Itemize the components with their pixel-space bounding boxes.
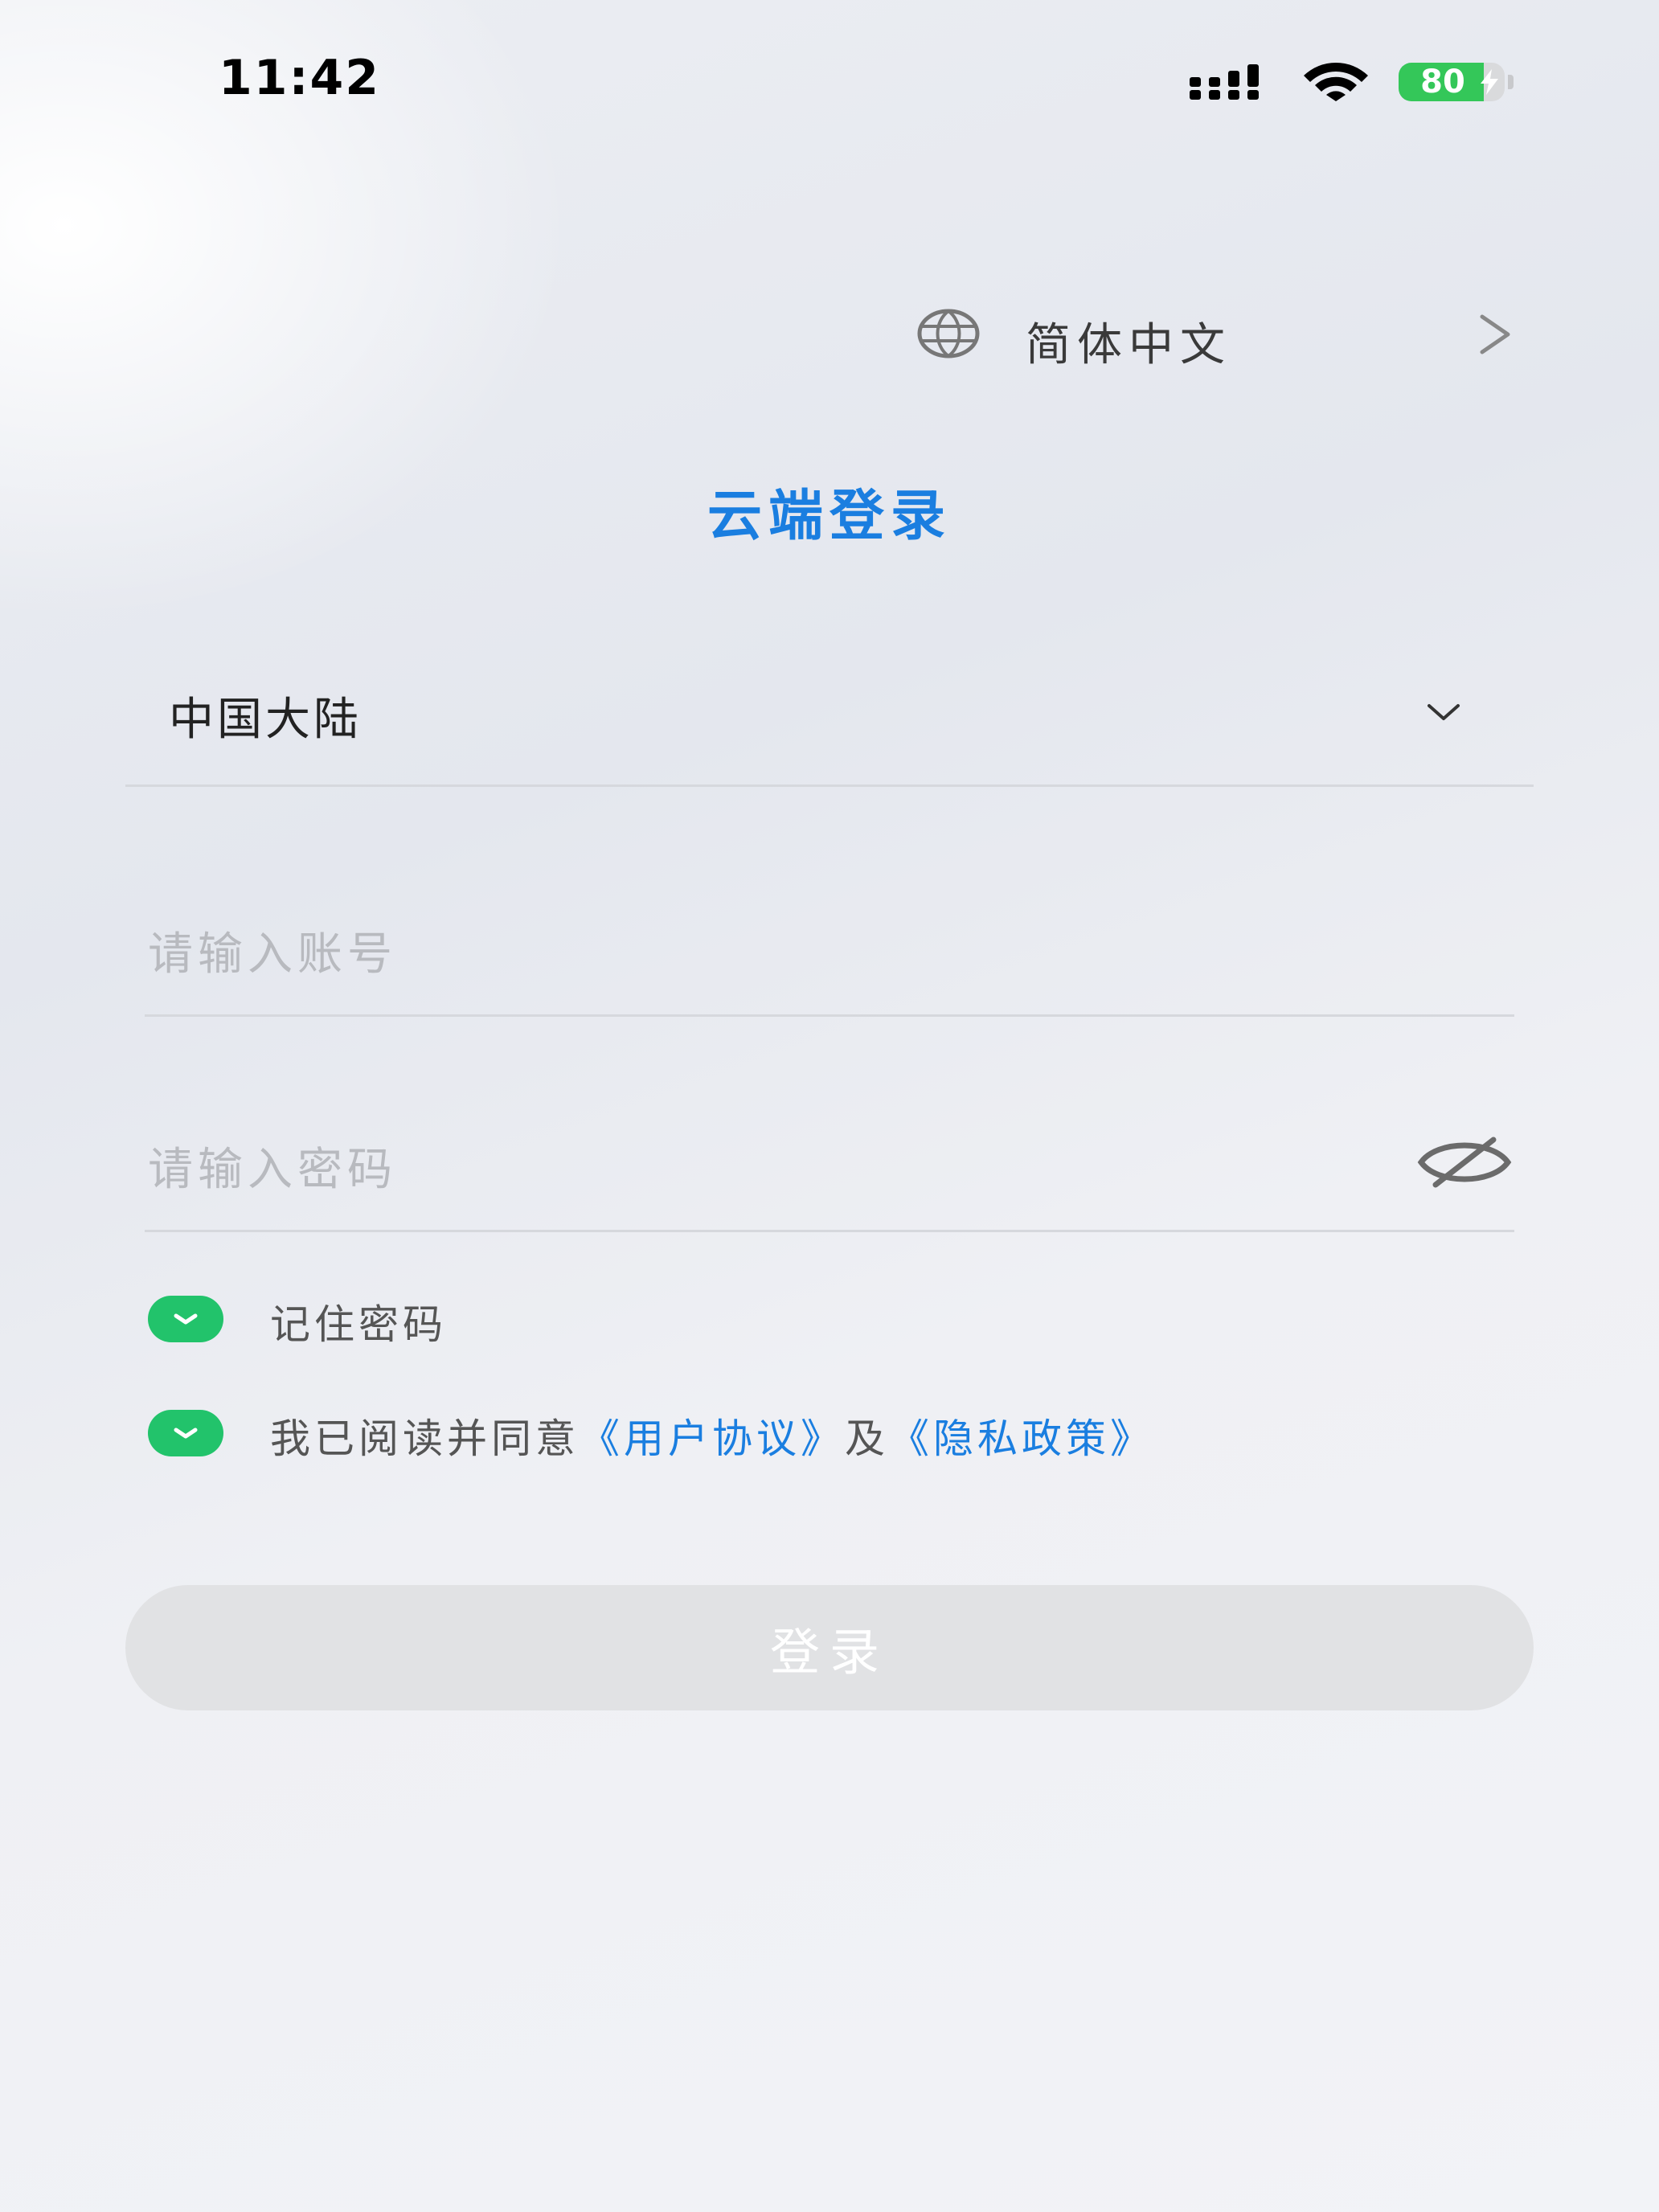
privacy-policy-link[interactable]: 《隐私政策》	[889, 1415, 1154, 1462]
region-select[interactable]: 中国大陆	[125, 659, 1534, 787]
battery-indicator: 80	[1399, 63, 1514, 101]
user-agreement-link[interactable]: 《用户协议》	[580, 1415, 845, 1462]
checkmark-icon	[174, 1428, 198, 1439]
language-label: 简体中文	[1026, 319, 1231, 371]
password-field	[145, 1109, 1514, 1232]
checkmark-icon	[174, 1313, 198, 1325]
remember-password-checkbox[interactable]	[148, 1296, 223, 1342]
battery-cap	[1508, 75, 1514, 89]
password-input[interactable]	[145, 1133, 1373, 1206]
charging-bolt-icon	[1481, 69, 1498, 95]
eye-off-icon[interactable]	[1416, 1132, 1513, 1193]
status-time: 11:42	[219, 50, 380, 106]
battery-body: 80	[1399, 63, 1505, 101]
account-field	[145, 894, 1514, 1017]
region-value: 中国大陆	[169, 694, 362, 746]
agreement-checkbox[interactable]	[148, 1410, 223, 1456]
login-button[interactable]: 登录	[125, 1585, 1534, 1710]
wifi-icon	[1304, 63, 1368, 101]
agreement-conjunction: 及	[845, 1415, 889, 1462]
battery-level-text: 80	[1420, 63, 1465, 100]
remember-password-label: 记住密码	[270, 1301, 447, 1348]
chevron-right-icon	[1480, 314, 1510, 354]
account-input[interactable]	[145, 918, 1373, 990]
cellular-signal-icon	[1190, 64, 1259, 100]
agreement-text: 我已阅读并同意《用户协议》及《隐私政策》	[270, 1407, 1154, 1464]
agreement-prefix: 我已阅读并同意	[270, 1415, 580, 1462]
globe-icon	[917, 309, 980, 358]
language-selector[interactable]: 简体中文	[908, 297, 1519, 371]
chevron-down-icon	[1428, 704, 1460, 720]
page-title: 云端登录	[707, 485, 952, 548]
